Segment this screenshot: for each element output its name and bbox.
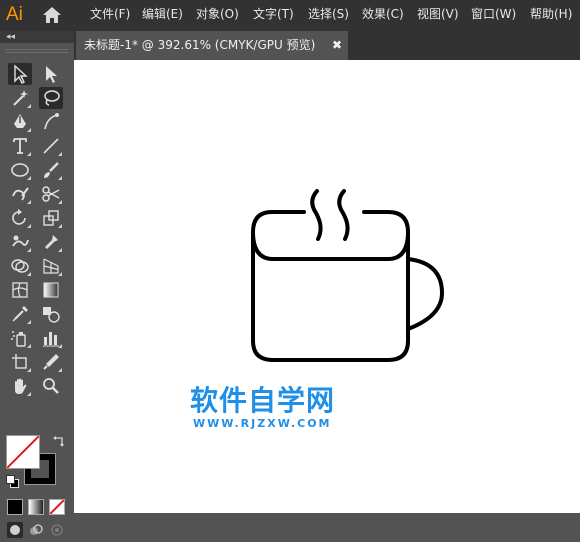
draw-inside-icon[interactable] (49, 522, 65, 538)
menu-object[interactable]: 对象(O) (196, 0, 239, 31)
pen-tool-icon[interactable] (8, 111, 32, 133)
line-segment-tool-icon[interactable] (39, 135, 63, 157)
slice-tool-icon[interactable] (39, 351, 63, 373)
mesh-tool-icon[interactable] (8, 279, 32, 301)
selection-tool-icon[interactable] (8, 63, 32, 85)
menu-edit[interactable]: 编辑(E) (142, 0, 183, 31)
draw-normal-icon[interactable] (7, 522, 23, 538)
tools-panel: ◂◂ (0, 31, 74, 538)
zoom-tool-icon[interactable] (39, 375, 63, 397)
watermark-title: 软件自学网 (190, 384, 336, 417)
ellipse-tool-icon[interactable] (8, 159, 32, 181)
menu-type[interactable]: 文字(T) (253, 0, 294, 31)
scissors-tool-icon[interactable] (39, 183, 63, 205)
rotate-tool-icon[interactable] (8, 207, 32, 229)
mug-icon[interactable] (246, 189, 448, 365)
menu-file[interactable]: 文件(F) (90, 0, 130, 31)
symbol-sprayer-tool-icon[interactable] (8, 327, 32, 349)
type-tool-icon[interactable] (8, 135, 32, 157)
home-icon[interactable] (41, 5, 63, 25)
magic-wand-tool-icon[interactable] (8, 87, 32, 109)
swap-fill-stroke-icon[interactable] (52, 434, 66, 448)
watermark-url: WWW.RJZXW.COM (193, 417, 332, 430)
document-tab[interactable]: 未标题-1* @ 392.61% (CMYK/GPU 预览) ✖ (76, 31, 348, 60)
default-fill-stroke-icon[interactable] (6, 475, 19, 488)
menu-view[interactable]: 视图(V) (417, 0, 459, 31)
menu-bar: Ai 文件(F) 编辑(E) 对象(O) 文字(T) 选择(S) 效果(C) 视… (0, 0, 580, 31)
blend-tool-icon[interactable] (39, 303, 63, 325)
fill-stroke-swatches (4, 433, 70, 493)
paintbrush-tool-icon[interactable] (39, 159, 63, 181)
close-icon[interactable]: ✖ (332, 31, 342, 60)
menu-window[interactable]: 窗口(W) (471, 0, 516, 31)
eyedropper-tool-icon[interactable] (8, 303, 32, 325)
gradient-tool-icon[interactable] (39, 279, 63, 301)
hand-tool-icon[interactable] (8, 375, 32, 397)
scale-tool-icon[interactable] (39, 207, 63, 229)
shaper-tool-icon[interactable] (8, 183, 32, 205)
lasso-tool-icon[interactable] (39, 87, 63, 109)
tools-panel-header: ◂◂ (0, 31, 74, 43)
shape-builder-tool-icon[interactable] (8, 255, 32, 277)
column-graph-tool-icon[interactable] (39, 327, 63, 349)
draw-behind-icon[interactable] (28, 522, 44, 538)
direct-selection-tool-icon[interactable] (39, 63, 63, 85)
perspective-grid-tool-icon[interactable] (39, 255, 63, 277)
menu-effect[interactable]: 效果(C) (362, 0, 404, 31)
artboard-tool-icon[interactable] (8, 351, 32, 373)
menu-help[interactable]: 帮助(H) (530, 0, 572, 31)
collapse-icon[interactable]: ◂◂ (6, 31, 15, 43)
fill-swatch[interactable] (6, 435, 40, 469)
curvature-tool-icon[interactable] (39, 111, 63, 133)
app-logo: Ai (6, 4, 23, 25)
puppet-warp-tool-icon[interactable] (39, 231, 63, 253)
menu-select[interactable]: 选择(S) (308, 0, 349, 31)
document-tab-title: 未标题-1* @ 392.61% (CMYK/GPU 预览) (84, 38, 316, 52)
panel-grip[interactable] (2, 43, 72, 61)
warp-tool-icon[interactable] (8, 231, 32, 253)
document-tab-bar: 未标题-1* @ 392.61% (CMYK/GPU 预览) ✖ (74, 31, 580, 60)
